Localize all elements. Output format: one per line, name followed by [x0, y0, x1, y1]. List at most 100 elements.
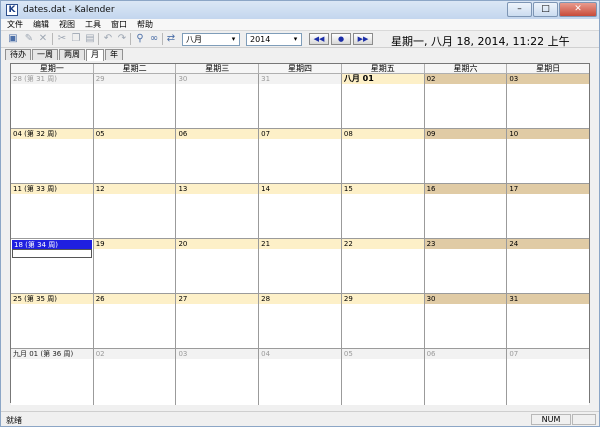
day-cell[interactable]: 07 — [507, 349, 590, 405]
day-cell[interactable]: 10 — [507, 129, 590, 183]
tab-month[interactable]: 月 — [86, 49, 104, 61]
minimize-button[interactable]: – — [507, 2, 532, 17]
day-cell[interactable]: 09 — [424, 129, 508, 183]
month-select[interactable]: 八月 ▾ — [182, 33, 240, 46]
menu-tools[interactable]: 工具 — [85, 19, 101, 30]
menu-view[interactable]: 视图 — [59, 19, 75, 30]
day-cell[interactable]: 05 — [341, 349, 425, 405]
day-cell[interactable]: 12 — [93, 184, 177, 238]
today-entry-field[interactable] — [12, 249, 92, 258]
day-cell[interactable]: 04 (第 32 周) — [11, 129, 94, 183]
day-label: 31 — [259, 74, 341, 84]
close-button[interactable]: ✕ — [559, 2, 597, 17]
chevron-down-icon[interactable]: ▾ — [291, 35, 300, 44]
day-label: 21 — [259, 239, 341, 249]
day-label: 31 — [507, 294, 590, 304]
app-icon[interactable]: K — [6, 4, 18, 16]
tab-two-weeks[interactable]: 两周 — [59, 49, 85, 60]
undo-icon[interactable]: ↶ — [102, 33, 114, 45]
year-select[interactable]: 2014 ▾ — [246, 33, 302, 46]
cut-icon[interactable]: ✂ — [56, 33, 68, 45]
day-cell[interactable]: 27 — [176, 294, 260, 348]
day-cell[interactable]: 24 — [507, 239, 590, 293]
day-label: 05 — [93, 129, 176, 139]
binoculars-icon[interactable]: ∞ — [148, 33, 160, 45]
day-label: 29 — [93, 74, 176, 84]
week-row: 11 (第 33 周) 12 13 14 15 16 17 — [11, 184, 590, 239]
day-cell[interactable]: 03 — [176, 349, 260, 405]
day-cell[interactable]: 22 — [341, 239, 425, 293]
day-cell[interactable]: 31 — [259, 74, 342, 128]
day-cell[interactable]: 05 — [93, 129, 177, 183]
day-cell[interactable]: 16 — [424, 184, 508, 238]
day-cell[interactable]: 八月 01 — [341, 74, 425, 128]
maximize-button[interactable]: □ — [533, 2, 558, 17]
day-label: 27 — [176, 294, 259, 304]
day-cell[interactable]: 28 (第 31 周) — [11, 74, 94, 128]
menu-help[interactable]: 帮助 — [137, 19, 153, 30]
day-cell[interactable]: 31 — [507, 294, 590, 348]
day-cell[interactable]: 23 — [424, 239, 508, 293]
calendar-icon[interactable]: ▣ — [7, 33, 19, 45]
day-cell[interactable]: 21 — [259, 239, 342, 293]
redo-icon[interactable]: ↷ — [116, 33, 128, 45]
day-cell[interactable]: 29 — [341, 294, 425, 348]
find-icon[interactable]: ⚲ — [134, 33, 146, 45]
weekday-monday: 星期一 — [11, 64, 94, 73]
title-bar[interactable]: K dates.dat - Kalender – □ ✕ — [1, 1, 599, 19]
day-label: 13 — [176, 184, 259, 194]
day-cell[interactable]: 九月 01 (第 36 周) — [11, 349, 94, 405]
day-cell[interactable]: 08 — [341, 129, 425, 183]
week-row: 18 (第 34 周) 19 20 21 22 23 24 — [11, 239, 590, 294]
edit-icon[interactable]: ✎ — [23, 33, 35, 45]
menu-file[interactable]: 文件 — [7, 19, 23, 30]
day-cell[interactable]: 30 — [176, 74, 260, 128]
day-label: 25 (第 35 周) — [11, 294, 93, 304]
day-label: 12 — [93, 184, 176, 194]
day-cell[interactable]: 06 — [176, 129, 260, 183]
day-cell[interactable]: 17 — [507, 184, 590, 238]
day-cell[interactable]: 15 — [341, 184, 425, 238]
tab-year[interactable]: 年 — [105, 49, 123, 60]
day-cell-today[interactable]: 18 (第 34 周) — [11, 239, 94, 293]
paste-icon[interactable]: ▤ — [84, 33, 96, 45]
swap-icon[interactable]: ⇄ — [165, 33, 177, 45]
day-cell[interactable]: 04 — [259, 349, 342, 405]
chevron-down-icon[interactable]: ▾ — [229, 35, 238, 44]
day-cell[interactable]: 30 — [424, 294, 508, 348]
delete-icon[interactable]: ✕ — [37, 33, 49, 45]
tab-todo[interactable]: 待办 — [5, 49, 31, 60]
day-cell[interactable]: 06 — [424, 349, 508, 405]
day-cell[interactable]: 25 (第 35 周) — [11, 294, 94, 348]
day-label: 05 — [341, 349, 424, 359]
day-label: 23 — [424, 239, 507, 249]
status-bar: 就绪 NUM — [1, 411, 599, 426]
view-tabs: 待办 一周 两周 月 年 — [1, 49, 599, 61]
day-cell[interactable]: 11 (第 33 周) — [11, 184, 94, 238]
toolbar-separator — [162, 33, 163, 45]
month-calendar: 星期一 星期二 星期三 星期四 星期五 星期六 星期日 28 (第 31 周) … — [10, 63, 590, 405]
weekday-saturday: 星期六 — [425, 64, 508, 73]
day-cell[interactable]: 26 — [93, 294, 177, 348]
day-cell[interactable]: 29 — [93, 74, 177, 128]
today-button[interactable]: ● — [331, 33, 351, 45]
day-cell[interactable]: 02 — [424, 74, 508, 128]
toolbar-separator — [52, 33, 53, 45]
day-cell[interactable]: 20 — [176, 239, 260, 293]
day-label: 07 — [259, 129, 341, 139]
day-label: 06 — [424, 349, 507, 359]
day-cell[interactable]: 13 — [176, 184, 260, 238]
copy-icon[interactable]: ❐ — [70, 33, 82, 45]
day-cell[interactable]: 28 — [259, 294, 342, 348]
menu-edit[interactable]: 编辑 — [33, 19, 49, 30]
day-cell[interactable]: 14 — [259, 184, 342, 238]
menu-window[interactable]: 窗口 — [111, 19, 127, 30]
day-cell[interactable]: 02 — [93, 349, 177, 405]
next-button[interactable]: ▶▶ — [353, 33, 373, 45]
day-cell[interactable]: 07 — [259, 129, 342, 183]
day-cell[interactable]: 19 — [93, 239, 177, 293]
window-title: dates.dat - Kalender — [23, 5, 115, 15]
tab-week[interactable]: 一周 — [32, 49, 58, 60]
day-cell[interactable]: 03 — [507, 74, 590, 128]
prev-button[interactable]: ◀◀ — [309, 33, 329, 45]
